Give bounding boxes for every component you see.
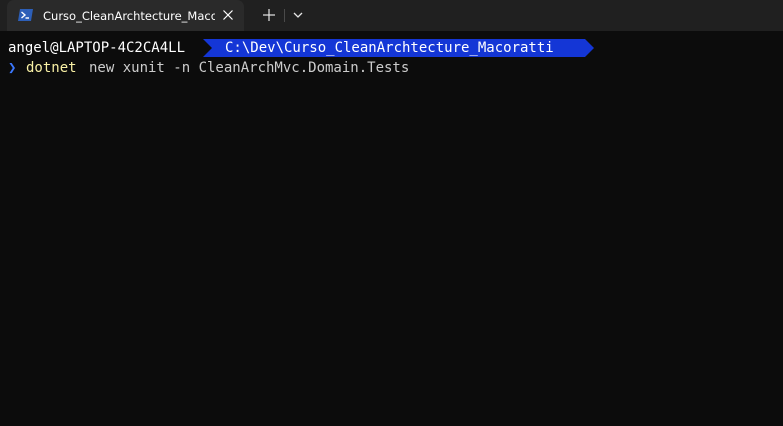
prompt-line: angel@LAPTOP-4C2CA4LL C:\Dev\Curso_Clean… xyxy=(0,39,783,57)
user-host: angel@LAPTOP-4C2CA4LL xyxy=(8,40,186,56)
tab-title: Curso_CleanArchtecture_Macoratti xyxy=(43,9,215,23)
tab-active[interactable]: Curso_CleanArchtecture_Macoratti xyxy=(7,0,244,31)
powershell-icon xyxy=(18,9,33,21)
tab-divider xyxy=(284,9,285,22)
close-icon[interactable] xyxy=(220,7,236,23)
current-path: C:\Dev\Curso_CleanArchtecture_Macoratti xyxy=(225,40,554,56)
tab-bar: Curso_CleanArchtecture_Macoratti xyxy=(0,0,783,31)
prompt-chevron: ❯ xyxy=(8,60,17,76)
chevron-down-icon[interactable] xyxy=(291,8,305,22)
path-segment: C:\Dev\Curso_CleanArchtecture_Macoratti xyxy=(203,39,594,57)
terminal-window: Curso_CleanArchtecture_Macoratti angel@L… xyxy=(0,0,783,426)
command-executable: dotnet xyxy=(26,60,77,76)
command-arguments: new xunit -n CleanArchMvc.Domain.Tests xyxy=(89,60,410,76)
plus-icon[interactable] xyxy=(260,6,278,24)
terminal-content[interactable]: angel@LAPTOP-4C2CA4LL C:\Dev\Curso_Clean… xyxy=(0,31,783,426)
command-line: ❯ dotnet new xunit -n CleanArchMvc.Domai… xyxy=(0,59,783,77)
